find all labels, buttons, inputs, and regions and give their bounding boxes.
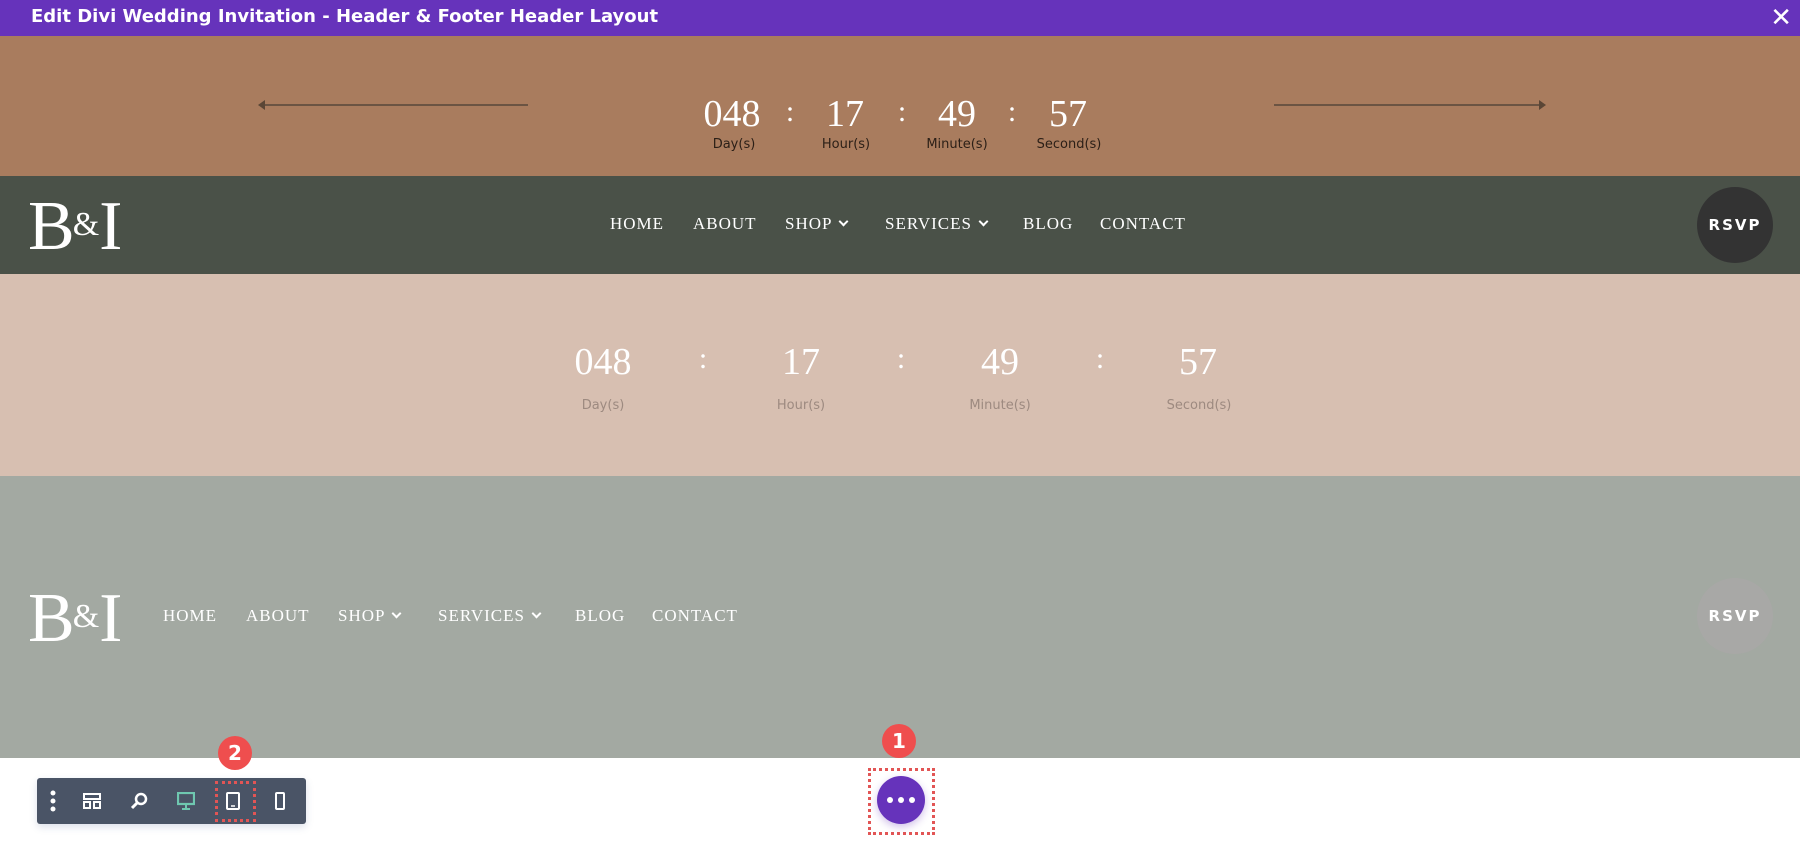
wireframe-icon[interactable] [77,778,107,824]
chevron-down-icon [392,608,402,619]
nav-services[interactable]: SERVICES [885,214,989,234]
nav-shop[interactable]: SHOP [338,606,402,626]
minutes-label: Minute(s) [969,398,1031,413]
nav-label: SERVICES [438,606,525,625]
days-label: Day(s) [712,137,756,152]
seconds-label: Second(s) [1036,137,1102,152]
separator: : [1007,95,1017,128]
nav-about[interactable]: ABOUT [246,606,310,626]
nav-blog[interactable]: BLOG [1023,214,1073,234]
dot-icon [887,797,893,803]
separator: : [1095,342,1105,375]
separator: : [896,342,906,375]
dot-icon [909,797,915,803]
nav-home[interactable]: HOME [163,606,217,626]
phone-icon[interactable] [265,778,295,824]
countdown-seconds: 57 [1049,93,1087,135]
nav-services[interactable]: SERVICES [438,606,542,626]
countdown-minutes: 49 [938,93,976,135]
nav-label: SHOP [338,606,386,625]
dot-icon [898,797,904,803]
nav-about[interactable]: ABOUT [693,214,757,234]
logo[interactable]: B&I [28,192,122,262]
annotation-badge-2: 2 [218,736,252,770]
countdown-minutes: 49 [981,341,1019,383]
close-icon[interactable]: ✕ [1770,2,1792,32]
hours-label: Hour(s) [776,398,826,413]
chevron-down-icon [978,216,989,227]
nav-contact[interactable]: CONTACT [652,606,738,626]
view-mode-toolbar [37,778,306,824]
seconds-label: Second(s) [1166,398,1232,413]
nav-label: SHOP [785,214,833,233]
days-label: Day(s) [581,398,625,413]
separator: : [698,342,708,375]
nav-contact[interactable]: CONTACT [1100,214,1186,234]
zoom-icon[interactable] [124,778,154,824]
chevron-down-icon [839,216,849,227]
menu-dots-icon[interactable] [38,778,68,824]
chevron-down-icon [531,608,542,619]
arrow-right-decoration [1274,100,1546,110]
minutes-label: Minute(s) [926,137,988,152]
countdown-days: 048 [703,93,761,135]
tablet-highlight [215,781,256,822]
nav-blog[interactable]: BLOG [575,606,625,626]
annotation-badge-1: 1 [882,724,916,758]
rsvp-button[interactable]: RSVP [1697,578,1773,654]
rsvp-button[interactable]: RSVP [1697,187,1773,263]
countdown-days: 048 [574,341,632,383]
nav-home[interactable]: HOME [610,214,664,234]
nav-label: SERVICES [885,214,972,233]
arrow-left-decoration [258,100,528,110]
nav-shop[interactable]: SHOP [785,214,849,234]
hours-label: Hour(s) [821,137,871,152]
separator: : [785,95,795,128]
window-title: Edit Divi Wedding Invitation - Header & … [0,0,1800,36]
logo[interactable]: B&I [28,584,122,654]
separator: : [897,95,907,128]
countdown-seconds: 57 [1179,341,1217,383]
more-options-button[interactable] [877,776,925,824]
countdown-hours: 17 [782,341,820,383]
countdown-hours: 17 [826,93,864,135]
desktop-icon[interactable] [171,778,201,824]
